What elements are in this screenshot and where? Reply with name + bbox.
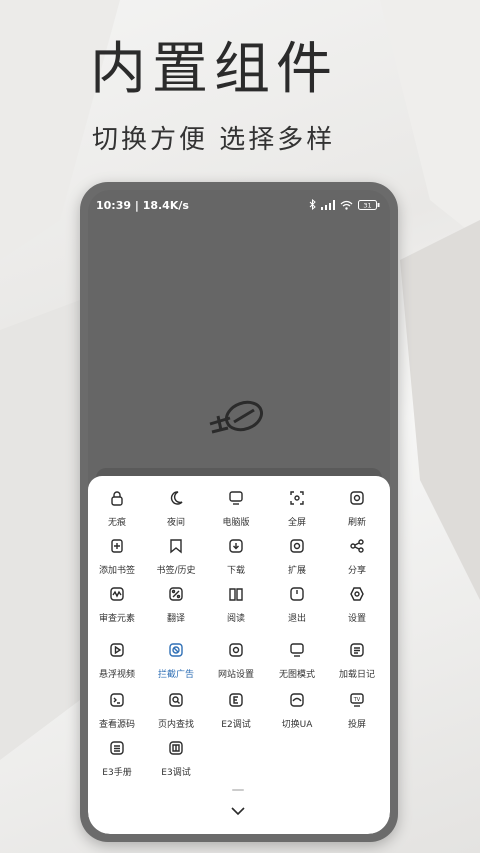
menu-item-label: 书签/历史 bbox=[156, 566, 196, 576]
menu-item-6[interactable]: 添加书签 bbox=[88, 536, 147, 582]
ua-icon bbox=[290, 693, 304, 707]
menu-item-label: E3调试 bbox=[161, 768, 191, 778]
menu-item-label: 切换UA bbox=[281, 720, 313, 730]
battery-level: 31 bbox=[363, 201, 371, 209]
menu-item-9[interactable]: 扩展 bbox=[267, 536, 327, 582]
tools-menu-panel: 无痕 夜间 电脑版 全屏 刷新添加书签 书签/历史 下载 扩展 分享审查元素 翻译 阅读 退出 设置悬浮… bbox=[88, 476, 390, 834]
chevron-down-icon[interactable] bbox=[230, 806, 246, 816]
battery-icon: 31 bbox=[358, 199, 380, 210]
bluetooth-icon bbox=[309, 199, 316, 210]
menu-item-25[interactable]: TV 投屏 bbox=[327, 690, 387, 736]
menu-item-label: 电脑版 bbox=[222, 518, 250, 528]
status-time: 10:39 | 18.4K/s bbox=[96, 199, 189, 212]
source-icon bbox=[110, 693, 124, 707]
menu-item-24[interactable]: 切换UA bbox=[267, 690, 327, 736]
phone-frame: 10:39 | 18.4K/s 31 无痕 夜间 电脑版 全屏 刷新添加书签 书签/历史 下… bbox=[80, 182, 398, 842]
menu-item-label: 设置 bbox=[347, 614, 366, 624]
menu-item-label: 翻译 bbox=[166, 614, 185, 624]
e3-manual-icon bbox=[110, 741, 124, 755]
menu-item-label: 悬浮视频 bbox=[98, 670, 135, 680]
menu-item-27[interactable]: E3调试 bbox=[146, 738, 206, 784]
play-icon bbox=[110, 643, 124, 657]
fullscreen-icon bbox=[290, 491, 304, 505]
menu-item-13[interactable]: 阅读 bbox=[206, 584, 266, 630]
extension-icon bbox=[290, 539, 304, 553]
inspect-icon bbox=[110, 587, 124, 601]
menu-item-1[interactable]: 无痕 bbox=[88, 488, 147, 534]
menu-item-4[interactable]: 全屏 bbox=[267, 488, 327, 534]
download-icon bbox=[229, 539, 243, 553]
status-bar: 10:39 | 18.4K/s 31 bbox=[88, 190, 390, 222]
e2-debug-icon bbox=[229, 693, 243, 707]
headline: 内置组件 bbox=[90, 37, 338, 102]
cast-icon: TV bbox=[350, 693, 364, 707]
menu-item-5[interactable]: 刷新 bbox=[327, 488, 387, 534]
menu-item-19[interactable]: 无图模式 bbox=[267, 640, 327, 686]
menu-item-label: 扩展 bbox=[287, 566, 306, 576]
menu-item-label: 全屏 bbox=[287, 518, 306, 528]
menu-item-label: 页内查找 bbox=[157, 720, 194, 730]
power-icon bbox=[290, 587, 304, 601]
menu-item-3[interactable]: 电脑版 bbox=[206, 488, 266, 534]
menu-item-20[interactable]: 加载日记 bbox=[327, 640, 387, 686]
block-ad-icon bbox=[169, 643, 183, 657]
menu-item-label: E2调试 bbox=[221, 720, 251, 730]
bookmark-icon bbox=[170, 539, 182, 554]
site-settings-icon bbox=[229, 643, 243, 657]
log-icon bbox=[350, 643, 364, 657]
menu-item-label: 添加书签 bbox=[98, 566, 135, 576]
menu-item-26[interactable]: E3手册 bbox=[88, 738, 147, 784]
wifi-icon bbox=[340, 200, 353, 210]
menu-item-label: 审查元素 bbox=[98, 614, 135, 624]
menu-item-8[interactable]: 下载 bbox=[206, 536, 266, 582]
add-bookmark-icon bbox=[111, 539, 123, 553]
menu-item-22[interactable]: 页内查找 bbox=[146, 690, 206, 736]
menu-item-label: 无痕 bbox=[107, 518, 126, 528]
menu-item-10[interactable]: 分享 bbox=[327, 536, 387, 582]
svg-text:TV: TV bbox=[353, 697, 361, 703]
menu-item-label: 网站设置 bbox=[217, 670, 254, 680]
browser-logo-icon bbox=[209, 400, 263, 434]
translate-icon bbox=[169, 587, 183, 601]
menu-item-label: 阅读 bbox=[226, 614, 245, 624]
menu-item-16[interactable]: 悬浮视频 bbox=[88, 640, 147, 686]
find-icon bbox=[169, 693, 183, 707]
no-image-icon bbox=[290, 643, 304, 657]
subheadline: 切换方便 选择多样 bbox=[92, 125, 336, 155]
menu-item-17[interactable]: 拦截广告 bbox=[146, 640, 206, 686]
refresh-icon bbox=[350, 491, 364, 505]
monitor-icon bbox=[229, 491, 243, 505]
menu-item-label: 下载 bbox=[226, 566, 245, 576]
menu-item-label: 拦截广告 bbox=[157, 670, 194, 680]
book-icon bbox=[229, 588, 243, 601]
menu-item-21[interactable]: 查看源码 bbox=[88, 690, 147, 736]
menu-item-7[interactable]: 书签/历史 bbox=[146, 536, 206, 582]
e3-debug-icon bbox=[169, 741, 183, 755]
menu-item-label: 查看源码 bbox=[98, 720, 135, 730]
menu-item-23[interactable]: E2调试 bbox=[206, 690, 266, 736]
menu-item-18[interactable]: 网站设置 bbox=[206, 640, 266, 686]
menu-item-label: 退出 bbox=[287, 614, 306, 624]
menu-item-label: 投屏 bbox=[347, 720, 366, 730]
menu-item-15[interactable]: 设置 bbox=[327, 584, 387, 630]
menu-item-label: E3手册 bbox=[102, 768, 132, 778]
moon-icon bbox=[170, 491, 183, 505]
menu-item-label: 无图模式 bbox=[278, 670, 315, 680]
lock-icon bbox=[111, 491, 123, 506]
menu-item-label: 加载日记 bbox=[338, 670, 375, 680]
menu-item-14[interactable]: 退出 bbox=[267, 584, 327, 630]
settings-icon bbox=[350, 587, 364, 601]
menu-item-label: 夜间 bbox=[166, 518, 185, 528]
menu-item-label: 刷新 bbox=[347, 518, 366, 528]
signal-icon bbox=[321, 199, 335, 210]
phone-screen: 10:39 | 18.4K/s 31 无痕 夜间 电脑版 全屏 刷新添加书签 书签/历史 下… bbox=[88, 190, 390, 834]
menu-item-2[interactable]: 夜间 bbox=[146, 488, 206, 534]
page-indicator bbox=[232, 789, 244, 791]
menu-item-11[interactable]: 审查元素 bbox=[88, 584, 147, 630]
menu-item-12[interactable]: 翻译 bbox=[146, 584, 206, 630]
share-icon bbox=[350, 539, 364, 553]
menu-item-label: 分享 bbox=[347, 566, 366, 576]
